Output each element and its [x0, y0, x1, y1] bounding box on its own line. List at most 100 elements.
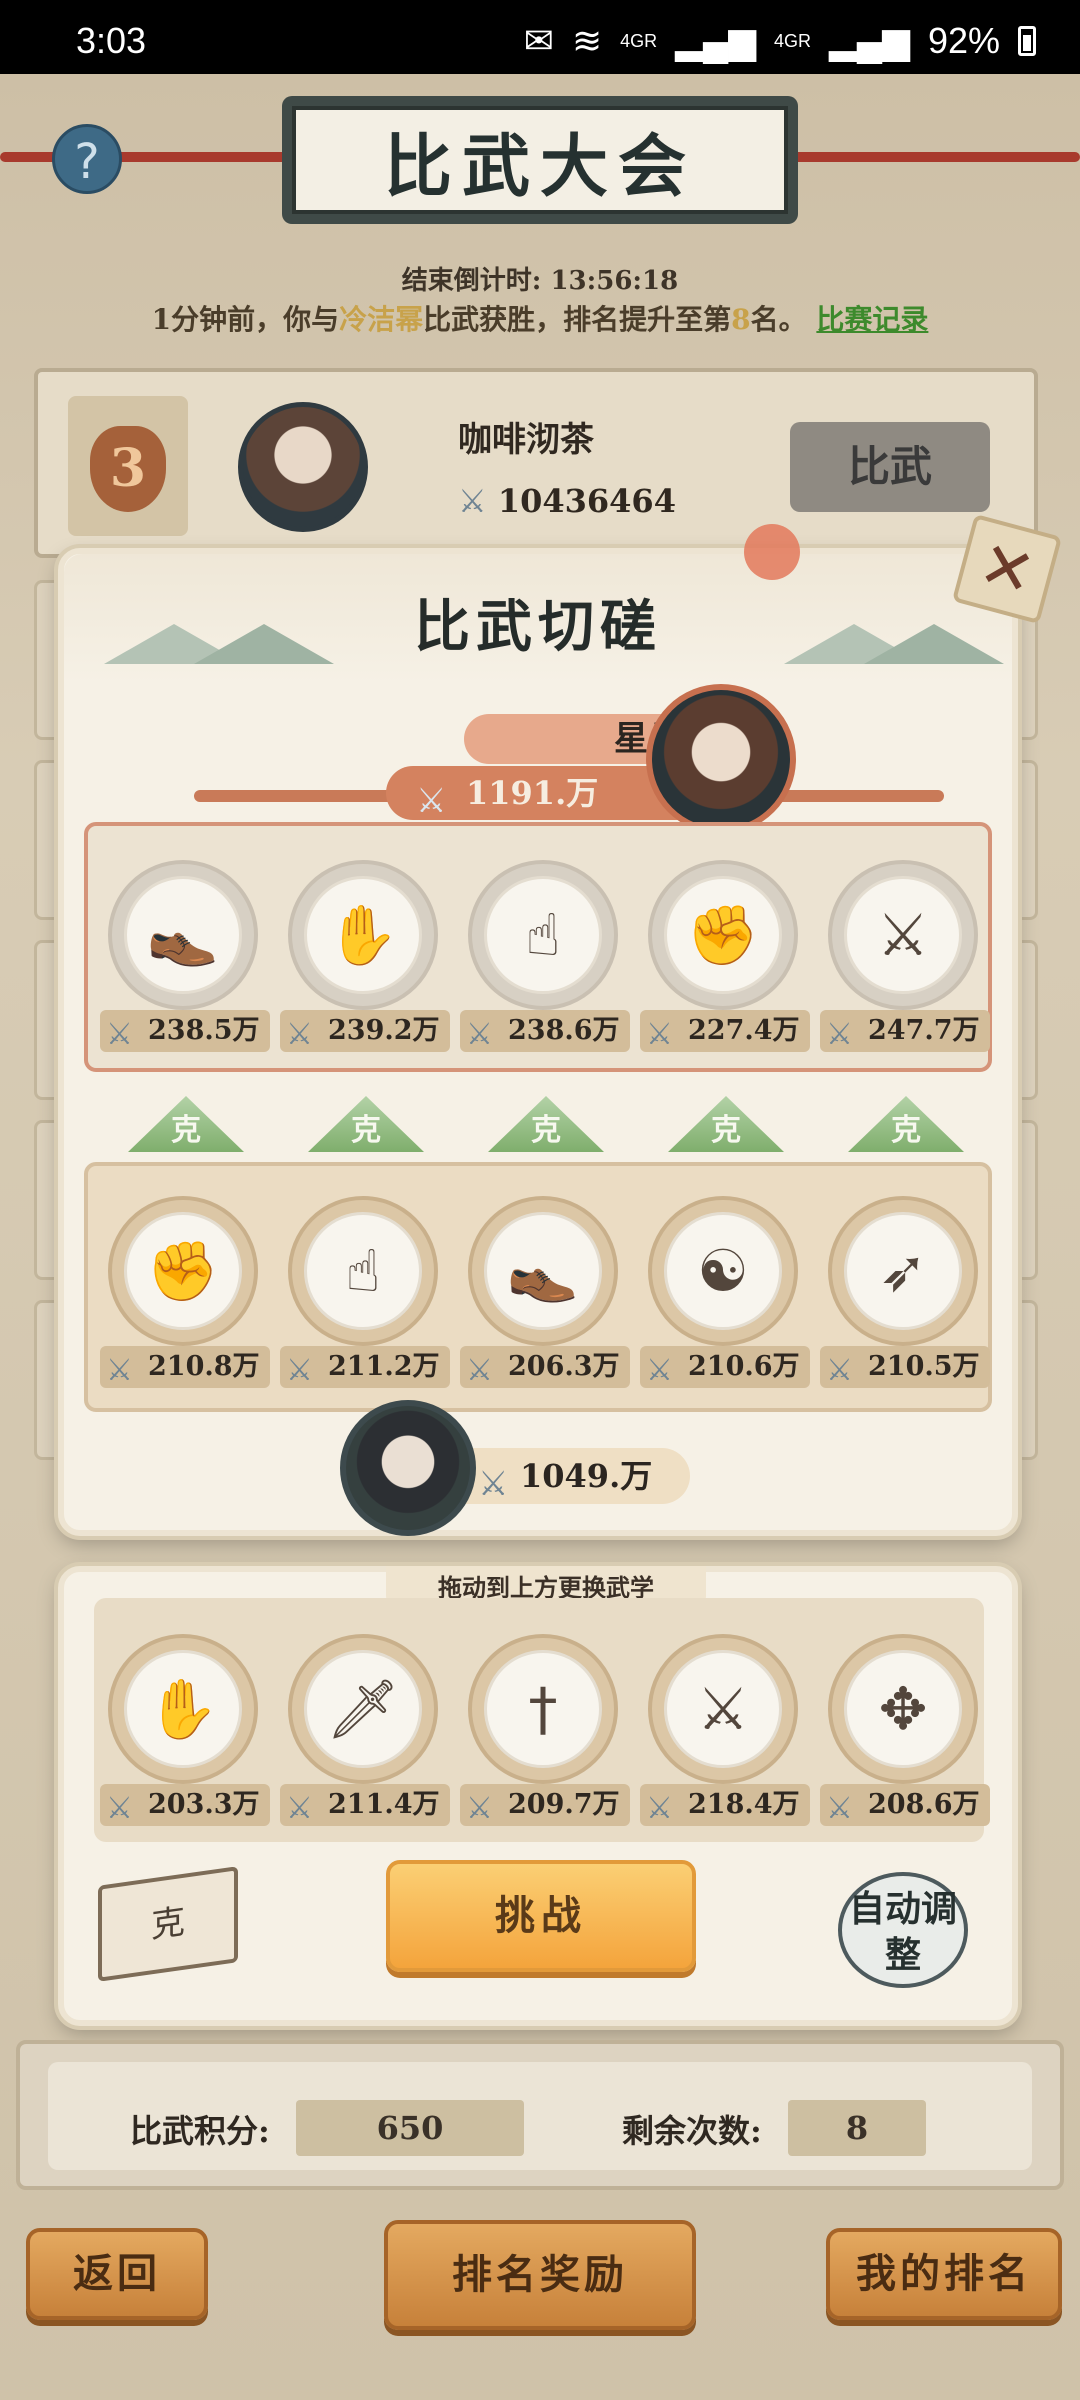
skill-ring: ✊ — [108, 1196, 258, 1346]
sword-icon: ⚔ — [286, 1353, 313, 1388]
skill-power-value: 227.4万 — [688, 1015, 800, 1046]
rope-right — [790, 152, 1080, 162]
skill-power-value: 211.4万 — [328, 1789, 440, 1820]
notice-opponent: 冷洁幂 — [339, 303, 424, 336]
stats-inner: 比武积分: 650 剩余次数: 8 — [48, 2062, 1032, 2170]
skill-ring: ➶ — [828, 1196, 978, 1346]
opponent-skill-row: 👞 ⚔ 238.5万 ✋ ⚔ 239.2万 ☝ ⚔ 238.6万 ✊ ⚔ 227.4万 … — [84, 822, 992, 1072]
rope-left — [0, 152, 290, 162]
rank-medal: 3 — [90, 426, 166, 512]
signal-icon: ▂▄▆ — [675, 20, 757, 61]
score-value: 650 — [296, 2100, 524, 2156]
sword-icon: ⚔ — [286, 1017, 313, 1052]
auto-adjust-button[interactable]: 自动调整 — [838, 1872, 968, 1988]
skill-power-value: 218.4万 — [688, 1789, 800, 1820]
back-button[interactable]: 返回 — [26, 2228, 208, 2320]
skill-power-value: 238.5万 — [148, 1015, 260, 1046]
countdown-value: 13:56:18 — [550, 266, 679, 296]
notice-suffix: 名。 — [750, 303, 807, 336]
skill-power: ⚔ 218.4万 — [640, 1784, 810, 1826]
counter-book-icon[interactable]: 克 — [98, 1866, 238, 1982]
sword-icon: ⚔ — [646, 1017, 673, 1052]
countdown: 结束倒计时: 13:56:18 — [0, 260, 1080, 297]
skill-power-value: 210.5万 — [868, 1351, 980, 1382]
skill-power: ⚔ 210.6万 — [640, 1346, 810, 1388]
sword-icon: ⚔ — [286, 1791, 313, 1826]
challenge-button[interactable]: 挑战 — [386, 1860, 696, 1972]
saber-icon: 🗡 — [304, 1650, 422, 1768]
player-power-value: 10436464 — [497, 482, 676, 520]
rank-reward-button[interactable]: 排名奖励 — [384, 2220, 696, 2330]
player-name: 咖啡沏茶 — [458, 420, 594, 460]
palm-icon: ✋ — [124, 1650, 242, 1768]
status-time: 3:03 — [76, 20, 147, 61]
tray-skill-row: ✋ ⚔ 203.3万 🗡 ⚔ 211.4万 † ⚔ 209.7万 ⚔ ⚔ 218.4万 … — [94, 1598, 990, 1842]
skill-power-value: 238.6万 — [508, 1015, 620, 1046]
skill-power-value: 210.8万 — [148, 1351, 260, 1382]
notice-rank: 8 — [731, 303, 751, 336]
sword-icon: ⚔ — [826, 1353, 853, 1388]
skill-power: ⚔ 227.4万 — [640, 1010, 810, 1052]
counter-indicator: 克 — [668, 1096, 784, 1152]
skill-power: ⚔ 211.2万 — [280, 1346, 450, 1388]
fist-icon: ✊ — [664, 876, 782, 994]
sword-icon: ⚔ — [416, 781, 447, 821]
skill-power: ⚔ 210.8万 — [100, 1346, 270, 1388]
skill-ring: ✋ — [108, 1634, 258, 1784]
ribbon-decoration — [764, 790, 944, 802]
skill-power-value: 206.3万 — [508, 1351, 620, 1382]
status-bar: 3:03 ✉ ≋ 4GR ▂▄▆ 4GR ▂▄▆ 92% — [0, 0, 1080, 74]
network-label-2: 4GR — [774, 31, 812, 51]
skill-power: ⚔ 247.7万 — [820, 1010, 990, 1052]
crossed-spears-icon: ⚔ — [664, 1650, 782, 1768]
skill-tray: 拖动到上方更换武学 ✋ ⚔ 203.3万 🗡 ⚔ 211.4万 † ⚔ 209.7万 … — [58, 1566, 1018, 2026]
sword-icon: ⚔ — [646, 1353, 673, 1388]
skill-ring: ⚔ — [828, 860, 978, 1010]
fist-icon: ✊ — [124, 1212, 242, 1330]
throwing-knives-icon: ✥ — [844, 1650, 962, 1768]
opponent-power-value: 1191.万 — [466, 774, 599, 812]
battery-percent: 92% — [927, 20, 1000, 61]
skill-power: ⚔ 206.3万 — [460, 1346, 630, 1388]
sword-icon: ⚔ — [106, 1353, 133, 1388]
skill-power: ⚔ 238.5万 — [100, 1010, 270, 1052]
page-title-plaque: 比武大会 — [282, 96, 798, 224]
message-icon: ✉ — [523, 20, 554, 61]
sword-icon: ⚔ — [826, 1791, 853, 1826]
finger-icon: ☝ — [484, 876, 602, 994]
sword-icon: † — [484, 1650, 602, 1768]
player-total-power-value: 1049.万 — [520, 1457, 653, 1495]
match-record-link[interactable]: 比赛记录 — [816, 303, 928, 336]
stats-panel: 比武积分: 650 剩余次数: 8 — [16, 2040, 1064, 2190]
countdown-label: 结束倒计时: — [401, 266, 542, 296]
wifi-icon: ≋ — [571, 20, 603, 61]
sword-icon: ⚔ — [466, 1791, 493, 1826]
duel-dialog: 比武切磋 ✕ 星月 ⚔ 1191.万 👞 ⚔238.5万 ✋ ⚔239.2万 ☝… — [58, 513, 1063, 1536]
counter-indicator: 克 — [848, 1096, 964, 1152]
remaining-value: 8 — [788, 2100, 926, 2156]
battle-notice: 1分钟前，你与冷洁幂比武获胜，排名提升至第8名。 比赛记录 — [0, 298, 1080, 338]
skill-power-value: 239.2万 — [328, 1015, 440, 1046]
counter-indicator: 克 — [488, 1096, 604, 1152]
skill-power-value: 203.3万 — [148, 1789, 260, 1820]
player-skill-row: ✊ ⚔ 210.8万 ☝ ⚔ 211.2万 👞 ⚔ 206.3万 ☯ ⚔ 210.6万 … — [84, 1162, 992, 1412]
skill-ring: 👞 — [108, 860, 258, 1010]
player-avatar — [340, 1400, 476, 1536]
shoe-icon: 👞 — [124, 876, 242, 994]
skill-ring: 👞 — [468, 1196, 618, 1346]
finger-icon: ☝ — [304, 1212, 422, 1330]
skill-power-value: 208.6万 — [868, 1789, 980, 1820]
sword-icon: ⚔ — [646, 1791, 673, 1826]
duel-button[interactable]: 比武 — [790, 422, 990, 512]
network-label-1: 4GR — [620, 31, 658, 51]
score-label: 比武积分: — [130, 2112, 270, 2150]
counter-indicator: 克 — [128, 1096, 244, 1152]
shoe-icon: 👞 — [484, 1212, 602, 1330]
sword-icon: ⚔ — [826, 1017, 853, 1052]
help-button[interactable]: ? — [52, 124, 122, 194]
skill-ring: 🗡 — [288, 1634, 438, 1784]
my-rank-button[interactable]: 我的排名 — [826, 2228, 1062, 2320]
skill-ring: † — [468, 1634, 618, 1784]
skill-ring: ✊ — [648, 860, 798, 1010]
skill-ring: ☝ — [468, 860, 618, 1010]
